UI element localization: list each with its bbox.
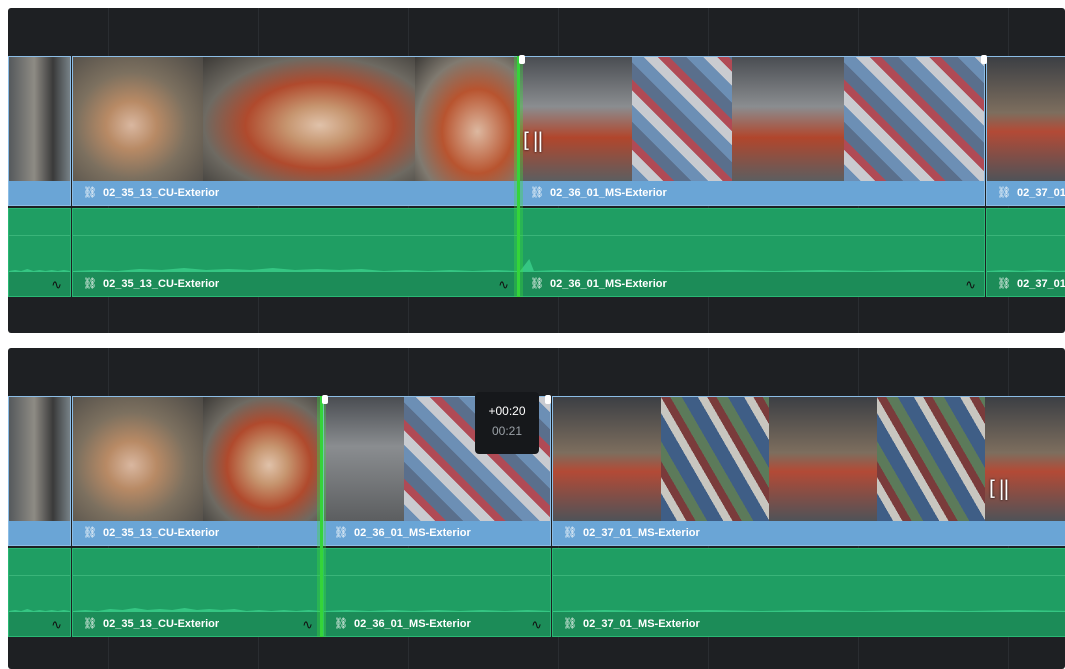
- trim-handle[interactable]: [981, 55, 987, 64]
- link-icon: ⛓: [83, 187, 97, 199]
- audio-clip[interactable]: ∿: [8, 548, 71, 637]
- clip-label: ⛓ 02_37_01: [987, 181, 1065, 205]
- trim-handle[interactable]: [545, 395, 551, 404]
- timeline-panel-top: ⛓ 02_35_13_CU-Exterior ⛓ 02_36_01_MS-Exter…: [8, 8, 1065, 333]
- audio-track: ∿ ⛓ 02_35_13_CU-Exterior ∿ ⛓ 02_36_01_MS-E…: [8, 548, 1065, 637]
- clip-label: ⛓ 02_36_01_MS-Exterior: [324, 521, 550, 545]
- clip-thumbnail: [9, 397, 70, 521]
- fade-curve-icon[interactable]: ∿: [531, 617, 542, 633]
- fade-curve-icon[interactable]: ∿: [498, 277, 509, 293]
- link-icon: ⛓: [334, 618, 348, 630]
- video-clip[interactable]: [8, 396, 71, 546]
- link-icon: ⛓: [997, 278, 1011, 290]
- waveform: [553, 571, 1065, 617]
- audio-clip[interactable]: ⛓ 02_36_01_MS-Exterior ∿: [323, 548, 551, 637]
- clip-thumbnail: [553, 397, 1065, 521]
- clip-thumbnail: [9, 57, 70, 181]
- clip-label: ⛓ 02_35_13_CU-Exterior: [73, 521, 321, 545]
- clip-label: ⛓ 02_37_01_MS-Exterior: [553, 612, 1065, 636]
- trim-cursor-icon: [‖: [520, 128, 545, 152]
- clip-label: ⛓ 02_36_01_MS-Exterior: [324, 612, 550, 636]
- clip-label: ⛓ 02_35_13_CU-Exterior: [73, 272, 517, 296]
- link-icon: ⛓: [83, 278, 97, 290]
- fade-curve-icon[interactable]: ∿: [51, 617, 62, 633]
- audio-clip[interactable]: ⛓ 02_35_13_CU-Exterior ∿: [72, 548, 322, 637]
- link-icon: ⛓: [334, 527, 348, 539]
- audio-track: ∿ ⛓ 02_35_13_CU-Exterior ∿ ⛓ 02_36_01_MS-E…: [8, 208, 1065, 297]
- clip-label: ⛓ 02_35_13_CU-Exterior: [73, 612, 321, 636]
- fade-curve-icon[interactable]: ∿: [302, 617, 313, 633]
- trim-tooltip: +00:20 00:21: [475, 392, 539, 454]
- video-clip[interactable]: ⛓ 02_36_01_MS-Exterior: [519, 56, 985, 206]
- trim-duration: 00:21: [491, 424, 523, 438]
- clip-thumbnail: [73, 57, 517, 181]
- edit-point[interactable]: [320, 396, 323, 637]
- waveform: [324, 571, 550, 617]
- audio-clip[interactable]: ⛓ 02_36_01_MS-Exterior ∿: [519, 208, 985, 297]
- trim-offset: +00:20: [488, 404, 526, 418]
- clip-label: ⛓ 02_36_01_MS-Exterior: [520, 272, 984, 296]
- clip-thumbnail: [520, 57, 984, 181]
- waveform: [73, 571, 321, 617]
- link-icon: ⛓: [83, 618, 97, 630]
- audio-clip[interactable]: ∿: [8, 208, 71, 297]
- fade-curve-icon[interactable]: ∿: [51, 277, 62, 293]
- trim-handle[interactable]: [322, 395, 328, 404]
- waveform: [9, 571, 70, 617]
- waveform: [73, 231, 517, 277]
- link-icon: ⛓: [563, 618, 577, 630]
- waveform: [9, 231, 70, 277]
- audio-clip[interactable]: ⛓ 02_35_13_CU-Exterior ∿: [72, 208, 518, 297]
- waveform: [987, 231, 1065, 277]
- link-icon: ⛓: [563, 527, 577, 539]
- audio-clip[interactable]: ⛓ 02_37_01_MS-Exterior: [552, 548, 1065, 637]
- link-icon: ⛓: [83, 527, 97, 539]
- waveform: [520, 231, 984, 277]
- edit-point[interactable]: [517, 56, 520, 297]
- clip-label: ⛓ 02_37_01: [987, 272, 1065, 296]
- video-clip[interactable]: ⛓ 02_37_01_MS-Exterior: [552, 396, 1065, 546]
- video-clip[interactable]: ⛓ 02_35_13_CU-Exterior: [72, 396, 322, 546]
- clip-thumbnail: [987, 57, 1065, 181]
- video-clip[interactable]: ⛓ 02_37_01: [986, 56, 1065, 206]
- audio-clip[interactable]: ⛓ 02_37_01: [986, 208, 1065, 297]
- video-clip[interactable]: ⛓ 02_35_13_CU-Exterior: [72, 56, 518, 206]
- clip-thumbnail: [73, 397, 321, 521]
- fade-curve-icon[interactable]: ∿: [965, 277, 976, 293]
- clip-label: ⛓ 02_36_01_MS-Exterior: [520, 181, 984, 205]
- trim-cursor-icon: [‖: [986, 476, 1011, 500]
- clip-label: ⛓ 02_37_01_MS-Exterior: [553, 521, 1065, 545]
- trim-handle[interactable]: [519, 55, 525, 64]
- link-icon: ⛓: [997, 187, 1011, 199]
- timeline-panel-bottom: ⛓ 02_35_13_CU-Exterior ⛓ 02_36_01_MS-Exter…: [8, 348, 1065, 669]
- clip-label: ⛓ 02_35_13_CU-Exterior: [73, 181, 517, 205]
- video-clip[interactable]: [8, 56, 71, 206]
- link-icon: ⛓: [530, 187, 544, 199]
- link-icon: ⛓: [530, 278, 544, 290]
